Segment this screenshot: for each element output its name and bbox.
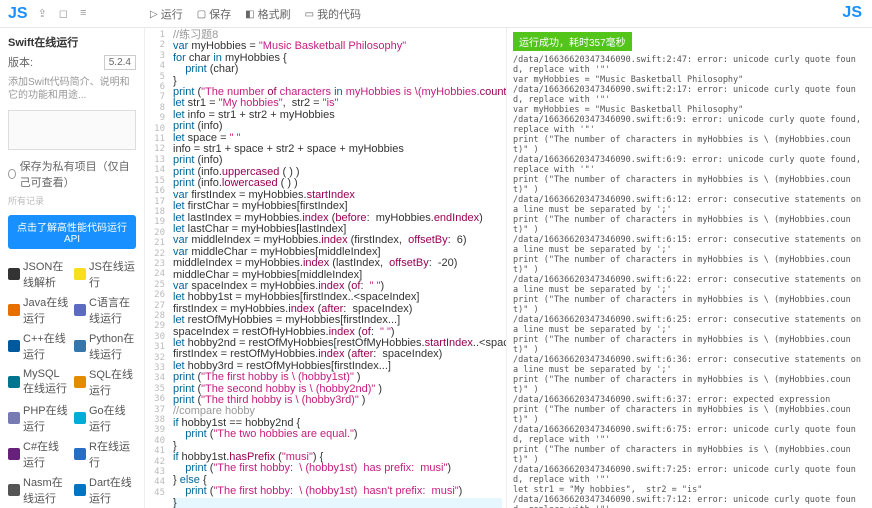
lang-icon <box>74 484 86 496</box>
lang-label: R在线运行 <box>89 438 136 470</box>
lang-item[interactable]: C#在线运行 <box>8 437 70 471</box>
share-icon[interactable]: ⇪ <box>38 7 47 20</box>
lang-item[interactable]: Dart在线运行 <box>74 473 136 507</box>
lang-item[interactable]: JS在线运行 <box>74 257 136 291</box>
lang-label: Nasm在线运行 <box>23 474 70 506</box>
main: Swift在线运行 版本: 5.2.4 添加Swift代码简介、说明和它的功能和… <box>0 28 872 508</box>
sidebar: Swift在线运行 版本: 5.2.4 添加Swift代码简介、说明和它的功能和… <box>0 28 145 508</box>
mycode-button[interactable]: ▭我的代码 <box>305 6 361 22</box>
toolbar: ▷运行 ▢保存 ◧格式刷 ▭我的代码 <box>150 0 361 28</box>
lang-item[interactable]: R在线运行 <box>74 437 136 471</box>
lang-label: C++在线运行 <box>23 330 70 362</box>
lang-item[interactable]: C++在线运行 <box>8 329 70 363</box>
play-icon: ▷ <box>150 9 158 20</box>
lang-item[interactable]: MySQL在线运行 <box>8 365 70 399</box>
brush-icon: ◧ <box>245 9 254 20</box>
version-row: 版本: 5.2.4 <box>8 54 136 70</box>
lang-icon <box>8 268 20 280</box>
save-hint: 所有记录 <box>8 194 136 207</box>
lang-item[interactable]: PHP在线运行 <box>8 401 70 435</box>
lang-label: Dart在线运行 <box>89 474 136 506</box>
api-button[interactable]: 点击了解高性能代码运行API <box>8 215 136 249</box>
more-icon[interactable]: ≡ <box>80 7 86 20</box>
lang-label: C语言在线运行 <box>89 294 136 326</box>
lang-label: SQL在线运行 <box>89 366 136 398</box>
run-button[interactable]: ▷运行 <box>150 6 183 22</box>
user-icon[interactable]: ◻ <box>59 7 68 20</box>
lang-item[interactable]: SQL在线运行 <box>74 365 136 399</box>
language-grid: JSON在线解析 JS在线运行 Java在线运行 C语言在线运行 C++在线运行 Pyth… <box>8 257 136 508</box>
code-editor[interactable]: 1234567891011121314151617181920212223242… <box>145 28 507 508</box>
lang-icon <box>8 304 20 316</box>
page-title: Swift在线运行 <box>8 34 136 50</box>
output-panel: 运行成功，耗时357毫秒 /data/16636620347346090.swi… <box>507 28 872 508</box>
lang-item[interactable]: Go在线运行 <box>74 401 136 435</box>
lang-item[interactable]: JSON在线解析 <box>8 257 70 291</box>
lang-icon <box>74 340 86 352</box>
folder-icon: ▭ <box>305 9 314 20</box>
lang-icon <box>8 448 20 460</box>
lang-icon <box>8 340 20 352</box>
lang-label: Java在线运行 <box>23 294 70 326</box>
lang-icon <box>74 376 86 388</box>
lang-item[interactable]: Nasm在线运行 <box>8 473 70 507</box>
version-select[interactable]: 5.2.4 <box>104 55 136 70</box>
topbar: JS ⇪ ◻ ≡ ▷运行 ▢保存 ◧格式刷 ▭我的代码 JS <box>0 0 872 28</box>
lang-label: PHP在线运行 <box>23 402 70 434</box>
save-button[interactable]: ▢保存 <box>197 6 231 22</box>
run-status: 运行成功，耗时357毫秒 <box>513 32 632 51</box>
desc-text: 添加Swift代码简介、说明和它的功能和用途... <box>8 76 136 102</box>
desc-textarea[interactable] <box>8 110 136 150</box>
lang-icon <box>74 448 86 460</box>
top-icons: ⇪ ◻ ≡ <box>38 7 87 20</box>
lang-icon <box>74 304 86 316</box>
lang-icon <box>8 376 20 388</box>
logo: JS <box>8 5 28 23</box>
save-icon: ▢ <box>197 9 206 20</box>
lang-label: Go在线运行 <box>89 402 136 434</box>
save-private-row[interactable]: 保存为私有项目（仅自己可查看） <box>8 158 136 190</box>
format-button[interactable]: ◧格式刷 <box>245 6 290 22</box>
radio-icon[interactable] <box>8 169 16 179</box>
lang-label: Python在线运行 <box>89 330 136 362</box>
version-label: 版本: <box>8 54 33 70</box>
lang-icon <box>74 268 86 280</box>
lang-item[interactable]: C语言在线运行 <box>74 293 136 327</box>
output-body: /data/16636620347346090.swift:2:47: erro… <box>513 55 866 508</box>
lang-item[interactable]: Python在线运行 <box>74 329 136 363</box>
lang-icon <box>74 412 86 424</box>
lang-item[interactable]: Java在线运行 <box>8 293 70 327</box>
lang-icon <box>8 484 20 496</box>
lang-label: C#在线运行 <box>23 438 70 470</box>
lang-label: JSON在线解析 <box>23 258 70 290</box>
lang-label: MySQL在线运行 <box>23 368 70 396</box>
lang-label: JS在线运行 <box>89 258 136 290</box>
code-area[interactable]: //练习题8 var myHobbies = "Music Basketball… <box>169 28 506 508</box>
lang-icon <box>8 412 20 424</box>
logo-right: JS <box>842 4 862 22</box>
line-gutter: 1234567891011121314151617181920212223242… <box>145 28 169 508</box>
